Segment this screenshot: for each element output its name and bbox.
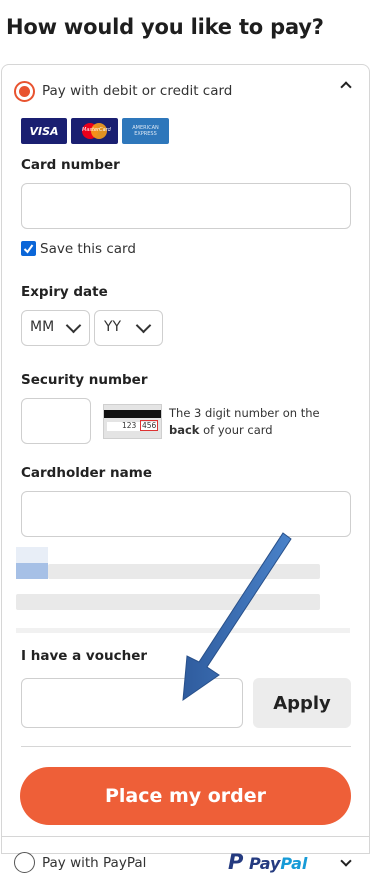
arrow-shape xyxy=(182,532,292,702)
annotation-arrow xyxy=(182,532,292,702)
